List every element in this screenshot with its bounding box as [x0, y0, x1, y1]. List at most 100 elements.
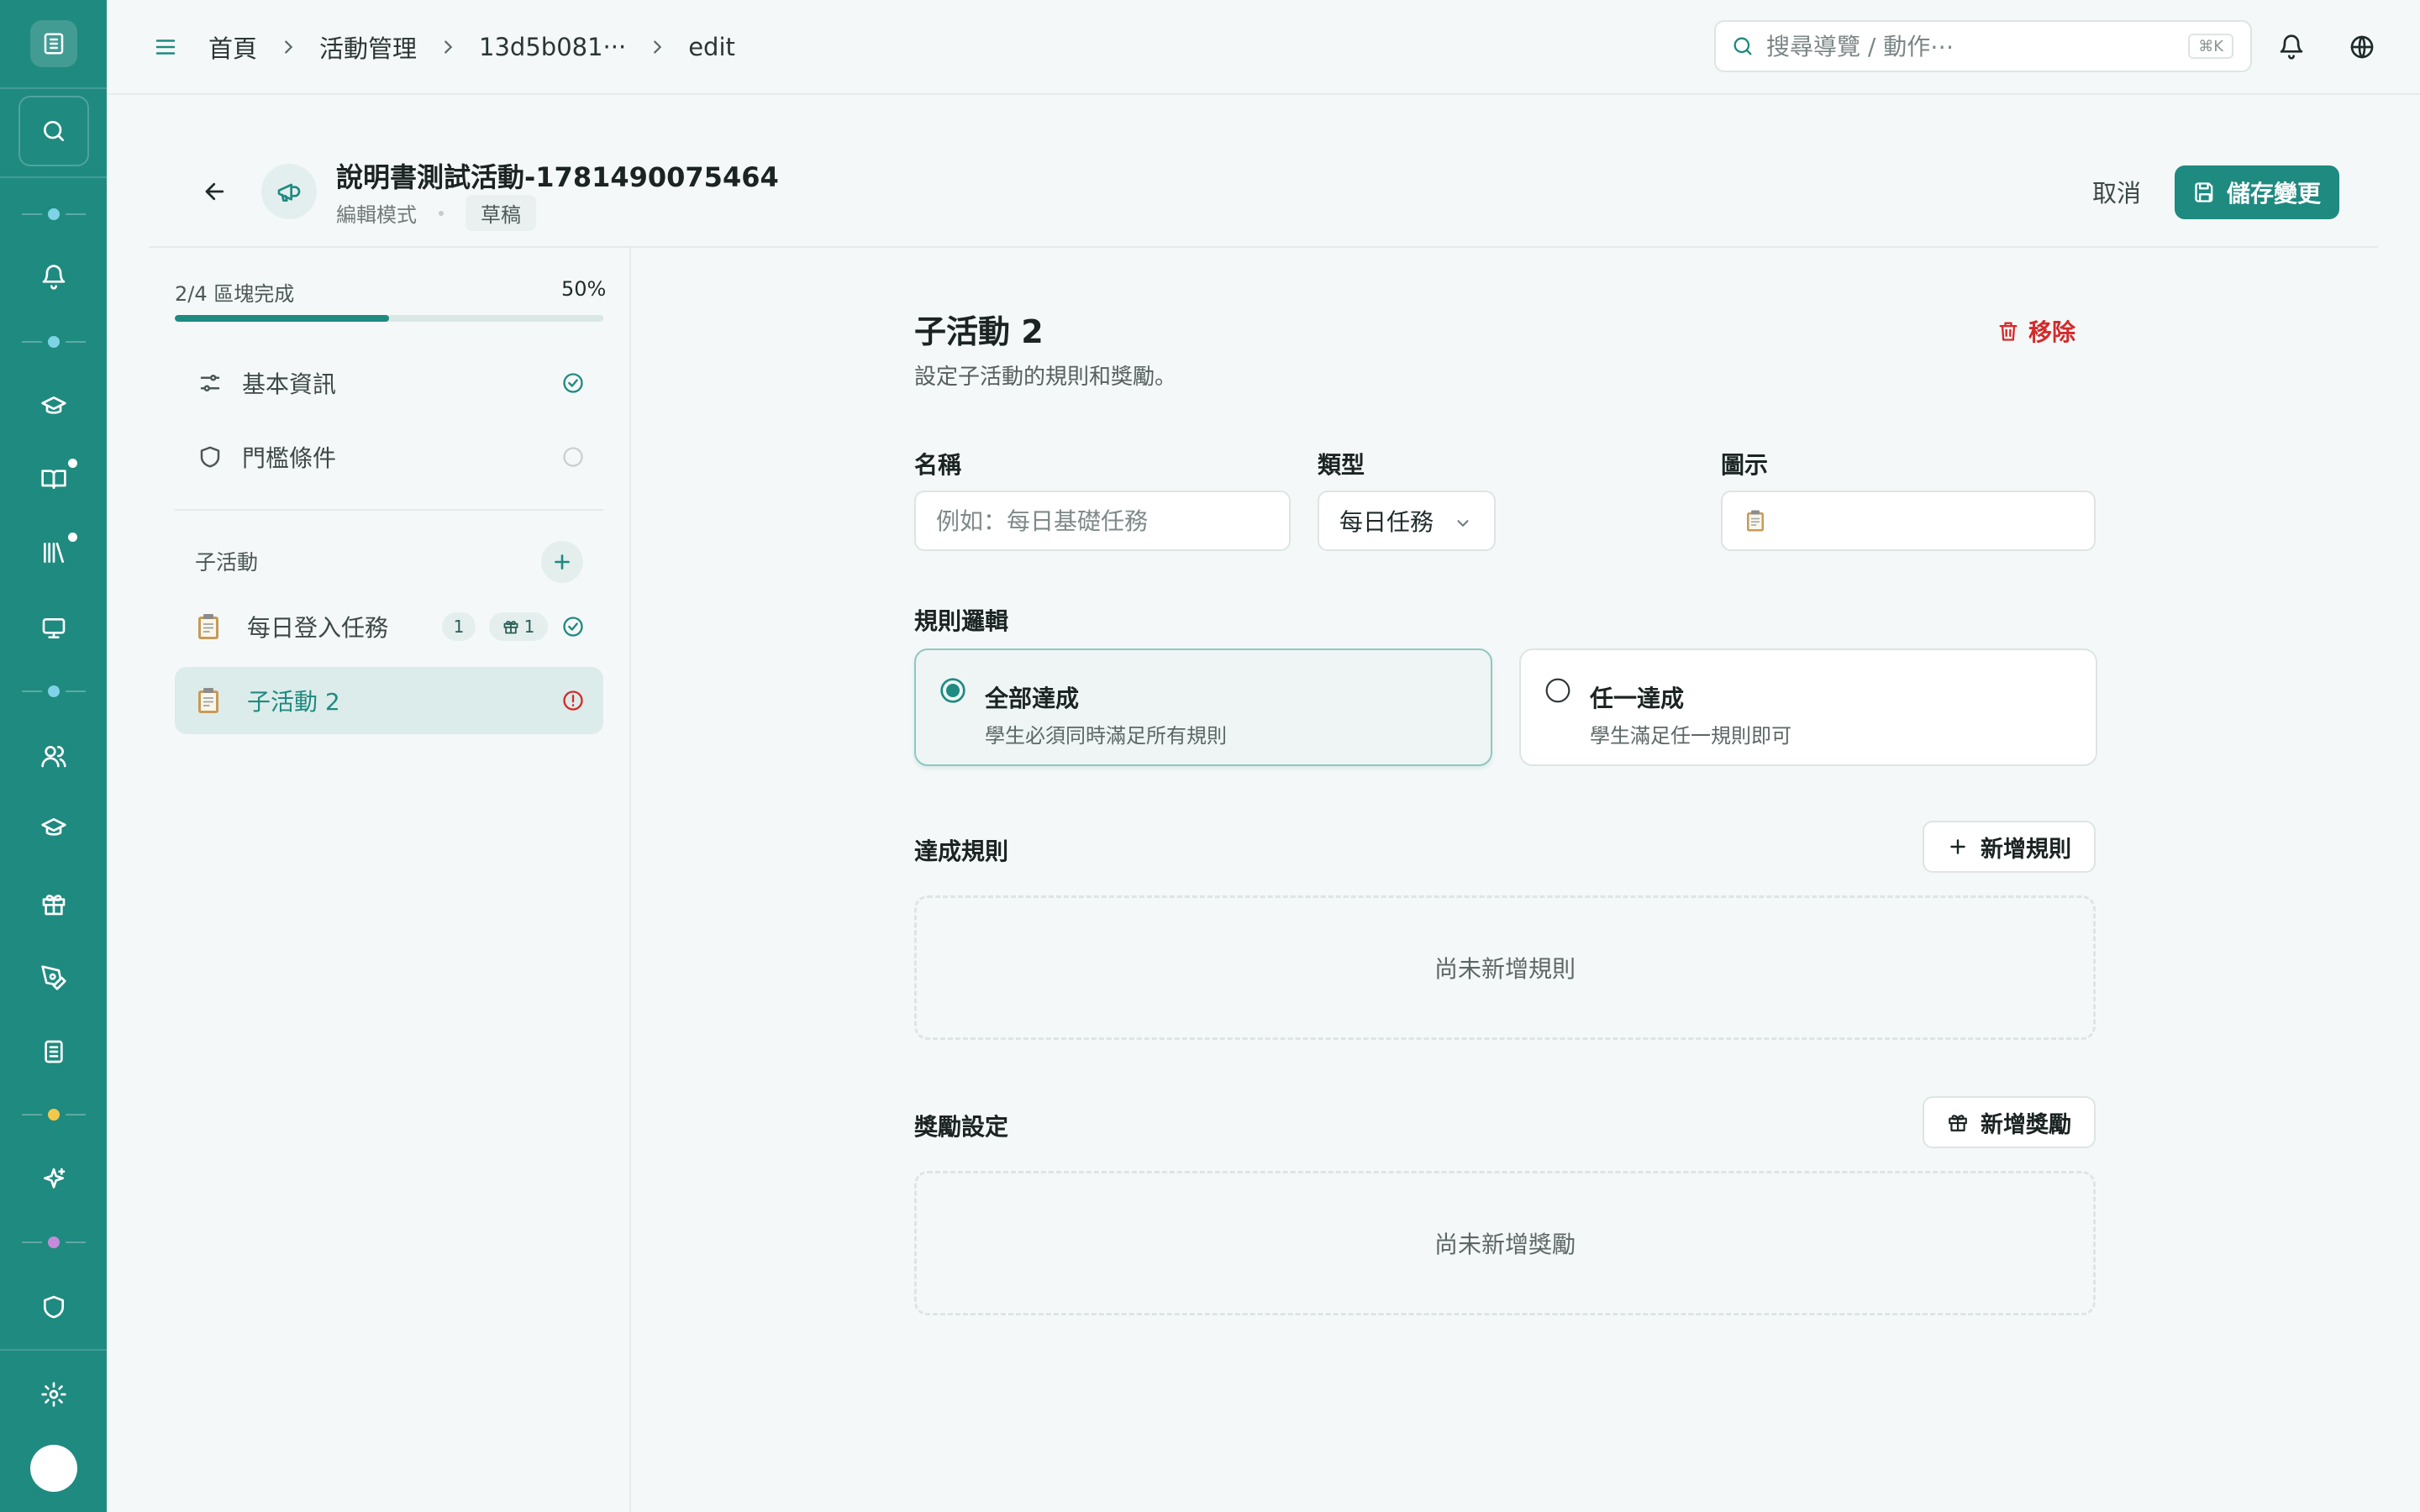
rail-group-separator: [22, 336, 86, 348]
rail-item-users[interactable]: [34, 736, 74, 776]
mode-label: 編輯模式: [336, 203, 417, 227]
sub-activity-item[interactable]: 每日登入任務 1 1: [175, 593, 603, 660]
app-logo-icon[interactable]: [30, 20, 77, 67]
arrow-left-icon: [205, 182, 224, 201]
breadcrumb-home[interactable]: 首頁: [208, 29, 257, 65]
user-avatar[interactable]: [30, 1445, 77, 1492]
logic-option-desc: 學生必須同時滿足所有規則: [985, 724, 1227, 748]
name-field[interactable]: [914, 491, 1291, 551]
rail-search-button[interactable]: [18, 96, 89, 166]
notifications-button[interactable]: [2273, 29, 2310, 66]
logic-option-title: 全部達成: [985, 685, 1080, 712]
menu-button[interactable]: [147, 29, 184, 66]
language-button[interactable]: [2344, 29, 2381, 66]
shield-icon: [193, 440, 227, 474]
rewards-label: 獎勵設定: [914, 1113, 1009, 1141]
group-dot: [48, 685, 60, 697]
remove-button[interactable]: 移除: [1996, 312, 2075, 349]
logic-option-any[interactable]: 任一達成 學生滿足任一規則即可: [1519, 648, 2097, 766]
save-button[interactable]: 儲存變更: [2175, 165, 2339, 219]
unread-dot: [68, 533, 77, 542]
logic-option-all[interactable]: 全部達成 學生必須同時滿足所有規則: [914, 648, 1492, 766]
breadcrumb-activity-management[interactable]: 活動管理: [319, 29, 417, 65]
sub-activity-label: 每日登入任務: [247, 614, 389, 642]
rail-item-courses[interactable]: [34, 386, 74, 427]
add-rule-label: 新增規則: [1981, 836, 2071, 863]
rail-item-books[interactable]: [34, 459, 77, 499]
graduation-cap-icon: [41, 818, 66, 836]
progress-label: 2/4 區塊完成: [175, 282, 295, 306]
shield-icon: [44, 1295, 64, 1319]
add-rule-button[interactable]: 新增規則: [1923, 821, 2096, 873]
gift-icon: [503, 621, 518, 634]
rail-item-notifications[interactable]: [34, 257, 74, 297]
page-title: 說明書測試活動-1781490075464: [336, 161, 779, 193]
search-input[interactable]: [1766, 32, 2170, 60]
panel-divider: [629, 248, 631, 1512]
check-circle-icon: [563, 373, 583, 393]
top-bar: 首頁 活動管理 13d5b081··· edit ⌘K: [107, 0, 2420, 95]
remove-button-label: 移除: [2028, 318, 2076, 346]
rail-item-settings[interactable]: [34, 1374, 74, 1415]
cancel-button[interactable]: 取消: [2077, 168, 2156, 215]
type-select[interactable]: 每日任務: [1318, 491, 1496, 551]
save-button-label: 儲存變更: [2226, 180, 2321, 207]
rail-item-pen-tool[interactable]: [34, 958, 74, 998]
icon-picker[interactable]: [1721, 491, 2096, 551]
gear-icon: [41, 1382, 66, 1407]
rail-group-separator: [22, 208, 86, 220]
name-label: 名稱: [914, 451, 962, 479]
reward-count: 1: [523, 617, 535, 637]
add-sub-activity-button[interactable]: [541, 541, 583, 583]
gift-icon: [42, 895, 66, 916]
breadcrumb-activity-id[interactable]: 13d5b081···: [479, 33, 626, 61]
check-circle-icon: [563, 617, 583, 637]
clipboard-icon: [198, 688, 218, 713]
rule-count: 1: [453, 617, 465, 637]
bell-icon: [42, 265, 66, 290]
rules-empty-state: 尚未新增規則: [914, 895, 2096, 1040]
sub-activity-item-active[interactable]: 子活動 2: [175, 667, 603, 734]
rail-item-rewards[interactable]: [34, 884, 74, 924]
trash-icon: [1999, 322, 2018, 341]
shortcut-badge: ⌘K: [2188, 34, 2233, 59]
global-search[interactable]: ⌘K: [1714, 20, 2252, 72]
section-threshold[interactable]: 門檻條件: [175, 423, 603, 491]
rail-item-students[interactable]: [34, 808, 74, 848]
sliders-icon: [193, 366, 227, 400]
logic-option-title: 任一達成: [1590, 685, 1685, 712]
chevron-right-icon: [435, 34, 460, 60]
alert-circle-icon: [563, 690, 583, 711]
section-basic-info[interactable]: 基本資訊: [175, 349, 603, 417]
add-reward-button[interactable]: 新增獎勵: [1923, 1096, 2096, 1148]
radio-unselected[interactable]: [1544, 677, 1571, 704]
unread-dot: [68, 459, 77, 468]
radio-selected[interactable]: [939, 677, 966, 704]
section-label: 門檻條件: [242, 444, 337, 472]
app-rail: [0, 0, 107, 1512]
type-label: 類型: [1318, 451, 1365, 479]
group-dot: [48, 1109, 60, 1121]
back-button[interactable]: [195, 171, 235, 212]
rail-item-buildings[interactable]: [34, 1032, 74, 1072]
book-open-icon: [41, 470, 66, 489]
rail-group-separator: [22, 685, 86, 697]
rule-count-badge: 1: [442, 612, 476, 641]
rail-item-ai[interactable]: [34, 1159, 74, 1200]
rail-item-security[interactable]: [34, 1287, 74, 1327]
search-icon: [44, 121, 64, 141]
rail-group-separator: [22, 1236, 86, 1248]
rail-divider: [0, 1349, 107, 1351]
page-subtitle: 編輯模式 草稿: [336, 195, 536, 231]
dot-separator: [439, 210, 444, 216]
clipboard-icon: [198, 614, 218, 639]
plus-icon: [555, 554, 570, 570]
rail-item-library[interactable]: [34, 533, 77, 573]
progress-fill: [175, 315, 389, 322]
rail-item-display[interactable]: [34, 608, 74, 648]
add-reward-label: 新增獎勵: [1981, 1111, 2071, 1138]
reward-count-badge: 1: [489, 612, 548, 641]
name-input[interactable]: [916, 507, 1289, 535]
megaphone-icon: [261, 164, 317, 219]
rail-group-separator: [22, 1109, 86, 1121]
